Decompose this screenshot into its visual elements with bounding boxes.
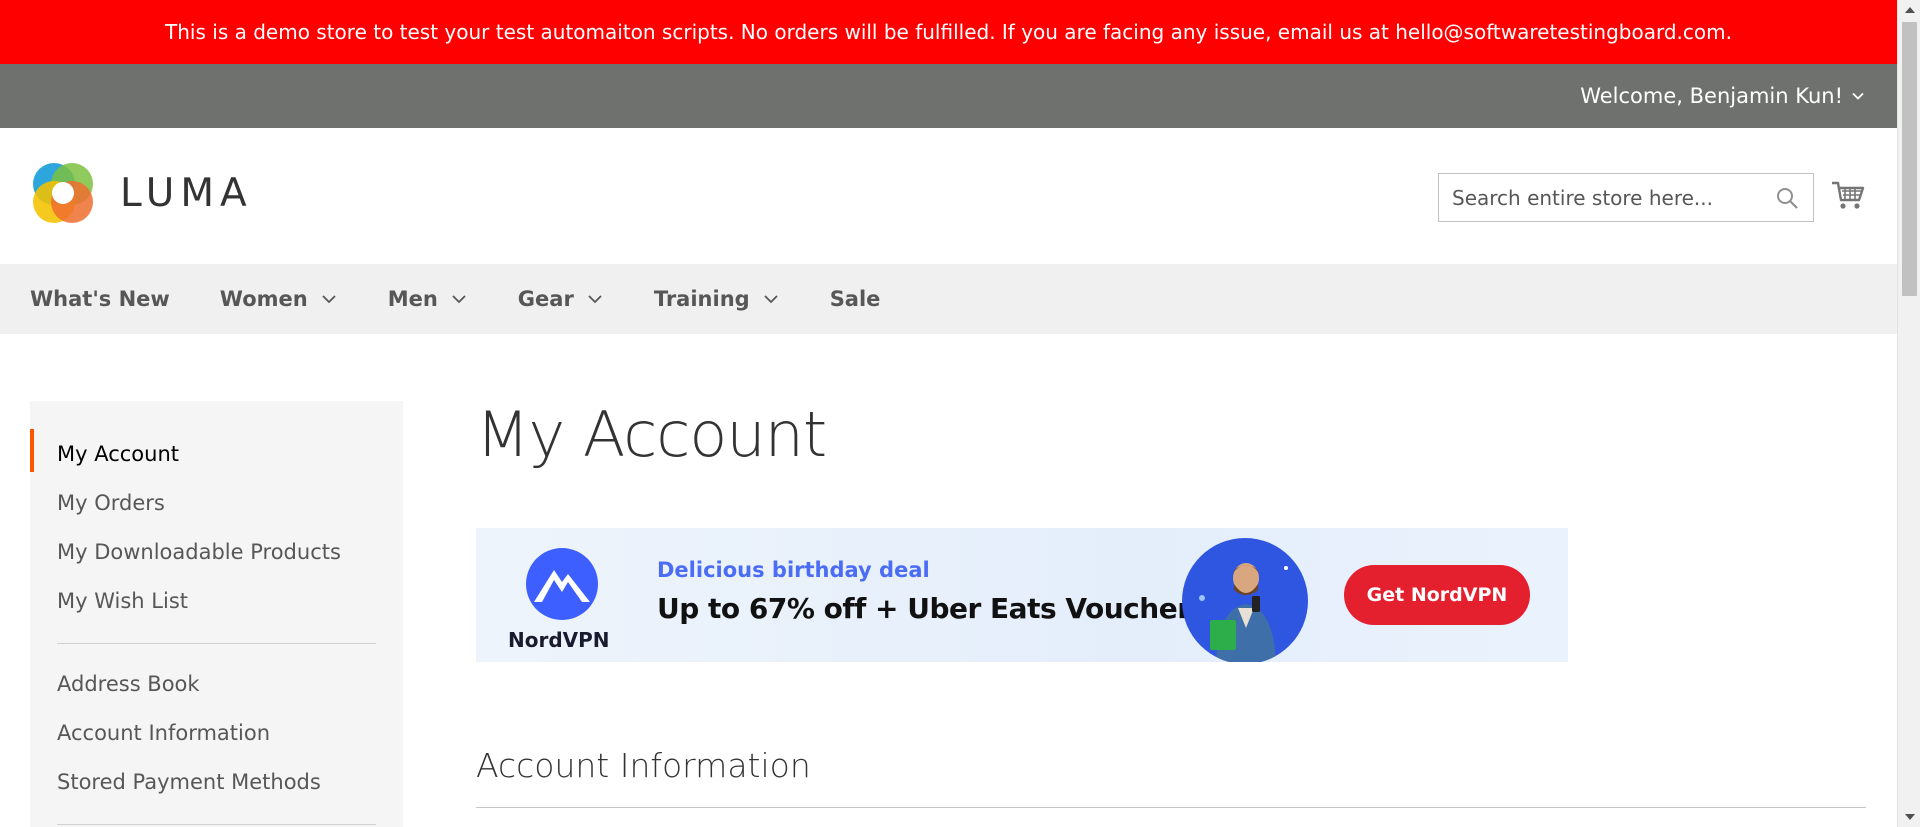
chevron-down-icon: [764, 295, 778, 304]
header-main: LUMA: [0, 128, 1897, 264]
nav-whats-new[interactable]: What's New: [30, 287, 170, 311]
cart-icon[interactable]: [1831, 178, 1865, 212]
scroll-up-arrow-icon[interactable]: [1898, 0, 1920, 20]
section-divider: [476, 807, 1866, 808]
account-sidebar: My Account My Orders My Downloadable Pro…: [30, 401, 403, 827]
sidebar-item-my-orders[interactable]: My Orders: [30, 478, 403, 527]
welcome-text: Welcome, Benjamin Kun!: [1580, 84, 1843, 108]
chevron-down-icon: [322, 295, 336, 304]
ad-subheadline: Delicious birthday deal: [657, 558, 930, 582]
search-icon[interactable]: [1775, 186, 1799, 210]
nav-sale[interactable]: Sale: [830, 287, 881, 311]
sidebar-divider: [57, 824, 376, 825]
get-nordvpn-button[interactable]: Get NordVPN: [1344, 565, 1530, 625]
scroll-down-arrow-icon[interactable]: [1898, 807, 1920, 827]
search-box: [1438, 173, 1814, 222]
sidebar-item-account-information[interactable]: Account Information: [30, 708, 403, 757]
search-input[interactable]: [1439, 174, 1759, 221]
luma-logo[interactable]: LUMA: [30, 160, 253, 226]
main-navigation: What's New Women Men Gear Training Sale: [0, 264, 1897, 334]
panel-header: Welcome, Benjamin Kun!: [0, 64, 1897, 128]
page-title: My Account: [476, 398, 827, 471]
scrollbar-thumb[interactable]: [1902, 22, 1917, 296]
nav-women[interactable]: Women: [220, 287, 338, 311]
vertical-scrollbar[interactable]: [1897, 0, 1920, 827]
sidebar-divider: [57, 643, 376, 644]
nordvpn-logo: NordVPN: [508, 548, 618, 652]
ad-headline: Up to 67% off + Uber Eats Voucher: [657, 592, 1191, 625]
demo-store-banner: This is a demo store to test your test a…: [0, 0, 1897, 64]
chevron-down-icon: [588, 295, 602, 304]
customer-welcome-menu[interactable]: Welcome, Benjamin Kun!: [1580, 64, 1865, 128]
demo-store-notice: This is a demo store to test your test a…: [165, 20, 1732, 44]
sidebar-item-my-account[interactable]: My Account: [30, 429, 403, 478]
nav-training[interactable]: Training: [654, 287, 780, 311]
mountain-logo-icon: [526, 548, 598, 620]
chevron-down-icon: [452, 295, 466, 304]
ad-person-image: [1182, 538, 1308, 662]
section-title: Account Information: [476, 746, 811, 785]
nav-gear[interactable]: Gear: [518, 287, 604, 311]
sidebar-item-stored-payment-methods[interactable]: Stored Payment Methods: [30, 757, 403, 806]
chevron-down-icon: [1852, 92, 1864, 100]
sidebar-item-my-wish-list[interactable]: My Wish List: [30, 576, 403, 625]
sidebar-item-my-downloadable-products[interactable]: My Downloadable Products: [30, 527, 403, 576]
nordvpn-ad-banner[interactable]: NordVPN Delicious birthday deal Up to 67…: [476, 528, 1568, 662]
sidebar-item-address-book[interactable]: Address Book: [30, 659, 403, 708]
luma-logo-icon: [33, 163, 93, 223]
nav-men[interactable]: Men: [388, 287, 468, 311]
logo-wordmark: LUMA: [120, 170, 253, 216]
nordvpn-wordmark: NordVPN: [508, 628, 610, 652]
